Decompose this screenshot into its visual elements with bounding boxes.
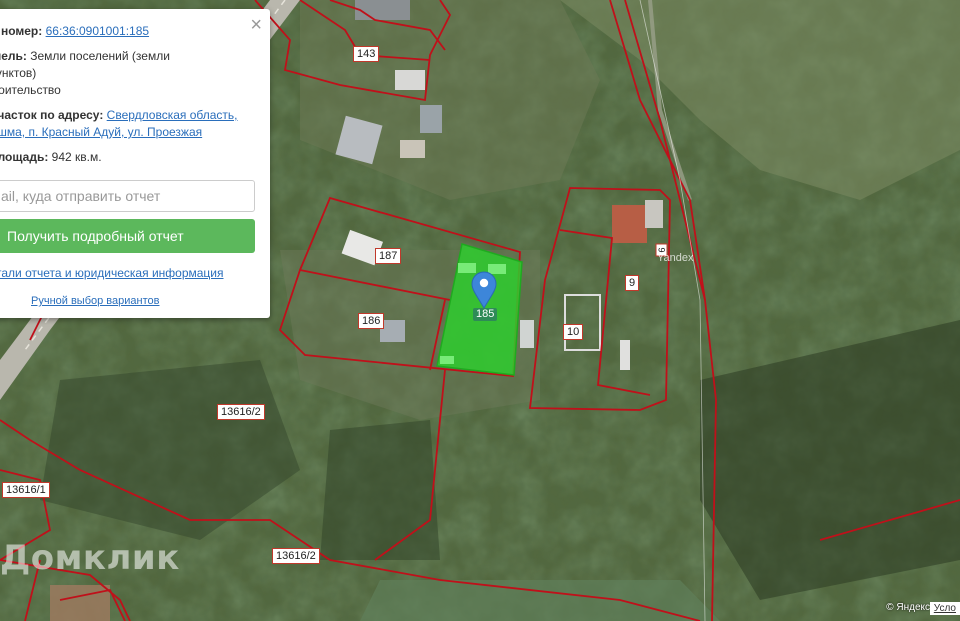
parcel-label-10[interactable]: 10 xyxy=(563,324,584,340)
parcel-label-9[interactable]: 9 xyxy=(625,275,640,291)
parcel-label-13616-1[interactable]: 13616/1 xyxy=(2,482,50,498)
terms-link[interactable]: Усло xyxy=(929,602,960,615)
email-input[interactable]: ail, куда отправить отчет xyxy=(0,180,255,212)
report-details-link[interactable]: тали отчета и юридическая информация xyxy=(0,266,224,280)
cadastral-number-link[interactable]: 66:36:0901001:185 xyxy=(46,24,149,38)
yandex-copyright: © Яндекс xyxy=(886,602,930,613)
parcel-label-143[interactable]: 143 xyxy=(353,46,380,62)
parcel-label-187[interactable]: 187 xyxy=(375,248,402,264)
yandex-inner-mark: Yandex xyxy=(657,252,694,264)
close-icon[interactable]: × xyxy=(250,13,262,37)
pond xyxy=(360,580,720,621)
category-value-line2: х пунктов) xyxy=(0,66,37,80)
category-value-line3: строительство xyxy=(0,83,61,97)
cadastral-label: ый номер: xyxy=(0,24,43,38)
address-row: й участок по адресу: Свердловская област… xyxy=(0,107,238,124)
area-value: 942 кв.м. xyxy=(51,150,102,164)
area-label: я площадь: xyxy=(0,150,49,164)
parcel-label-185[interactable]: 185 xyxy=(473,308,498,321)
address-link-line2[interactable]: Пышма, п. Красный Адуй, ул. Проезжая xyxy=(0,125,202,139)
parcel-label-13616-2[interactable]: 13616/2 xyxy=(217,404,265,420)
parcel-label-186[interactable]: 186 xyxy=(358,313,385,329)
get-report-button[interactable]: Получить подробный отчет xyxy=(0,219,255,253)
address-row-2: Пышма, п. Красный Адуй, ул. Проезжая xyxy=(0,124,202,141)
manual-selection-link[interactable]: Ручной выбор вариантов xyxy=(31,295,159,307)
address-label: й участок по адресу: xyxy=(0,108,104,122)
parcel-label-13616-2-south[interactable]: 13616/2 xyxy=(272,548,320,564)
address-link-line1[interactable]: Свердловская область, xyxy=(107,108,238,122)
forest-patch xyxy=(320,420,440,560)
category-label: земель: xyxy=(0,49,27,63)
cadastral-row: ый номер: 66:36:0901001:185 xyxy=(0,23,149,40)
category-row: земель: Земли поселений (земли xyxy=(0,48,170,65)
category-value-line1: Земли поселений (земли xyxy=(30,49,170,63)
domclick-watermark: Домклик xyxy=(0,538,180,578)
parcel-info-popup: × ый номер: 66:36:0901001:185 земель: Зе… xyxy=(0,9,270,318)
area-row: я площадь: 942 кв.м. xyxy=(0,149,102,166)
